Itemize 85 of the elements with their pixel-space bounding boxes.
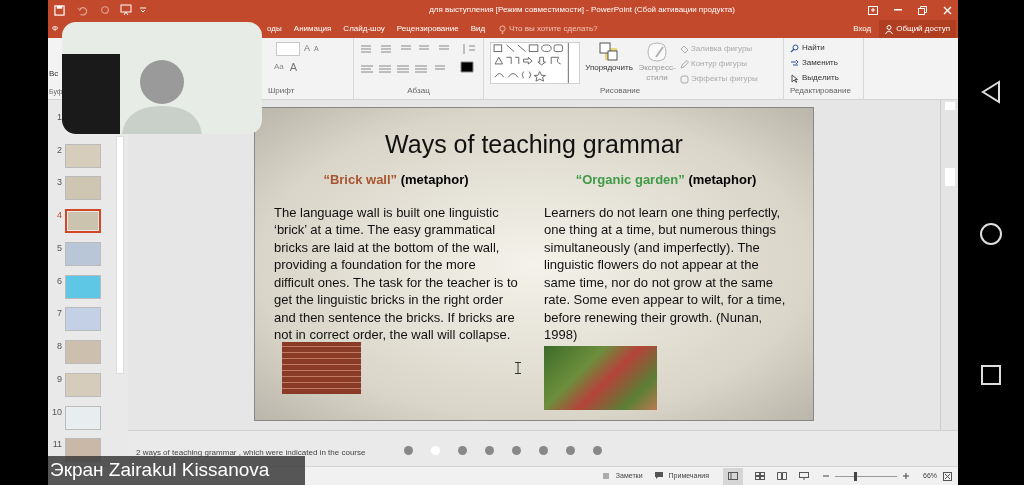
slide-thumbnail[interactable] [65, 372, 101, 397]
group-label: Абзац [407, 85, 430, 97]
group-label: Рисование [600, 85, 642, 97]
search-icon[interactable] [790, 43, 799, 53]
ribbon-tab[interactable]: оды [261, 20, 288, 38]
ribbon-tab[interactable]: Слайд-шоу [337, 20, 391, 38]
shape-effects-icon[interactable] [680, 74, 689, 84]
person-icon [885, 24, 894, 34]
notes-icon[interactable] [601, 472, 610, 480]
shapes-gallery-icon[interactable] [490, 42, 580, 84]
ribbon-tab[interactable]: Рецензирование [390, 20, 465, 38]
save-icon[interactable] [54, 4, 65, 16]
slide-number: 1 [56, 111, 62, 124]
pointer-icon[interactable] [790, 73, 799, 83]
book-icon[interactable] [777, 472, 787, 480]
group-label: Шрифт [267, 85, 296, 97]
slide-sorter-icon[interactable] [755, 472, 765, 480]
column-heading: “Organic garden” (metaphor) [574, 170, 758, 188]
minimize-icon[interactable] [894, 9, 902, 11]
zoom-slider-thumb[interactable] [854, 471, 858, 481]
slide-number: 11 [52, 438, 62, 452]
slide-number: 10 [52, 405, 62, 419]
screen-share-caption: Экран Zairakul Kissanova [50, 458, 270, 483]
slide-thumbnail[interactable] [65, 209, 101, 234]
ribbon-tab[interactable]: Анимация [287, 20, 338, 38]
quick-styles-button[interactable]: Экспресс-стили [638, 63, 676, 83]
zoom-out-icon[interactable] [823, 473, 829, 479]
font-size-field[interactable] [276, 42, 300, 56]
slideshow-icon[interactable] [799, 472, 809, 480]
close-icon[interactable] [943, 5, 952, 15]
change-case-button[interactable]: Aa [274, 61, 284, 73]
arrange-button[interactable]: Упорядочить [585, 62, 633, 74]
zoom-in-icon[interactable] [903, 473, 909, 479]
slide-thumbnail[interactable] [65, 340, 101, 365]
lightbulb-icon[interactable] [499, 24, 507, 34]
replace-button[interactable]: Заменить [802, 57, 838, 69]
slide-number: 6 [56, 274, 62, 288]
slide-number: 9 [56, 372, 62, 386]
normal-view-icon [728, 472, 738, 480]
window-title: для выступления [Режим совместимости] - PowerPoint (Сбой активации продукта) [429, 4, 735, 16]
slide-thumbnail[interactable] [65, 274, 101, 299]
slide-number: 3 [56, 176, 62, 190]
scrollbar[interactable] [116, 136, 124, 374]
find-button[interactable]: Найти [802, 42, 825, 54]
slide-number: 5 [56, 241, 62, 255]
sign-in-link[interactable]: Вход [853, 23, 872, 35]
slide-thumbnail[interactable] [65, 176, 101, 201]
customize-icon[interactable] [140, 7, 146, 13]
group-label: Редактирование [790, 85, 852, 97]
slide-number: 7 [56, 307, 62, 321]
grow-font-button[interactable]: A [304, 42, 310, 56]
ribbon-tab[interactable]: Ф [50, 20, 61, 38]
paint-bucket-icon[interactable] [680, 44, 689, 54]
fit-slide-icon[interactable] [943, 471, 952, 481]
slide-title: Ways of teaching grammar [385, 129, 683, 160]
ribbon-tab[interactable]: Вид [464, 20, 492, 38]
slide-number: 8 [56, 340, 62, 354]
speaker-notes[interactable]: 2 ways of teaching grammar , which were indicated in the course [136, 448, 366, 457]
normal-view-button[interactable] [723, 467, 743, 485]
comment-icon[interactable] [654, 472, 663, 480]
tell-me-search[interactable]: Что вы хотите сделать? [509, 23, 598, 35]
slide-number: 2 [56, 143, 62, 157]
font-color-button[interactable]: A [289, 58, 298, 76]
slide-thumbnail[interactable] [65, 405, 101, 430]
home-icon[interactable] [980, 223, 1002, 246]
body-text: Learners do not learn one thing perfectly, one thing at a time, but numerous things simultaneously (and imperfectly). The linguistic flowers do not appear at the same time, nor do not grow at the same rate. Some even appear to wilt, for a time, before renewing their growth. (Nunan, 1998) [544, 204, 786, 342]
body-text: The language wall is built one linguistic ‘brick’ at a time. The easy grammatical bricks are laid at the bottom of the wall, providing a foundation for the more difficult ones. The task for the teacher is to get the linguistic bricks in the right order and then sentence the bricks. If bricks are not in correct order, the wall will collapse. [274, 204, 518, 342]
slide-number: 4 [56, 209, 62, 223]
share-button[interactable]: Общий доступ [879, 20, 956, 38]
select-button[interactable]: Выделить [802, 72, 839, 84]
arrange-icon[interactable] [599, 42, 619, 62]
scrollbar-thumb[interactable] [944, 168, 955, 186]
recents-icon[interactable] [981, 365, 1001, 386]
column-heading: “Brick wall” (metaphor) [322, 170, 470, 188]
presentation-icon[interactable] [120, 4, 132, 16]
slide-thumbnail[interactable] [65, 143, 101, 168]
slide-thumbnail[interactable] [65, 241, 101, 266]
display-options-icon[interactable] [868, 5, 878, 15]
restore-icon[interactable] [918, 5, 927, 15]
slide-thumbnail[interactable] [65, 307, 101, 332]
quick-styles-icon[interactable] [646, 41, 668, 63]
pencil-icon[interactable] [680, 59, 689, 69]
text-cursor-icon [515, 362, 521, 374]
replace-icon[interactable] [790, 58, 799, 68]
back-icon[interactable] [981, 79, 1001, 104]
